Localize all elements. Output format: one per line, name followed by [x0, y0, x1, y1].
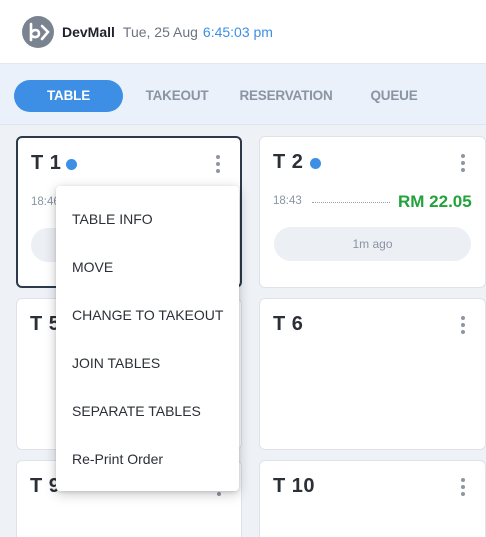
table-name: T 10: [273, 475, 316, 497]
current-date: Tue, 25 Aug: [122, 23, 198, 40]
leader-line: [312, 202, 390, 203]
tab-takeout[interactable]: TAKEOUT: [138, 80, 216, 112]
table-card-t10[interactable]: T 10: [259, 460, 486, 537]
kebab-menu-icon[interactable]: [461, 154, 465, 172]
order-time: 18:43: [273, 195, 302, 207]
devmall-logo-icon: [22, 15, 54, 48]
table-name: T 6: [273, 313, 304, 335]
menu-item-join-tables[interactable]: JOIN TABLES: [72, 355, 160, 371]
app-header: DevMall Tue, 25 Aug 6:45:03 pm: [0, 0, 486, 64]
tab-bar: TABLE TAKEOUT RESERVATION QUEUE: [0, 65, 486, 125]
table-card-t6[interactable]: T 6: [259, 298, 486, 450]
app-name: DevMall: [62, 23, 115, 40]
status-dot-icon: [310, 158, 321, 169]
tab-queue[interactable]: QUEUE: [358, 80, 430, 112]
tab-table[interactable]: TABLE: [14, 80, 123, 112]
kebab-menu-icon[interactable]: [461, 316, 465, 334]
order-amount: RM 22.05: [398, 192, 472, 211]
current-time: 6:45:03 pm: [202, 23, 273, 40]
table-context-menu: TABLE INFO MOVE CHANGE TO TAKEOUT JOIN T…: [56, 186, 239, 491]
menu-item-change-to-takeout[interactable]: CHANGE TO TAKEOUT: [72, 307, 223, 323]
menu-item-move[interactable]: MOVE: [72, 259, 113, 275]
elapsed-time: 1m ago: [274, 227, 471, 261]
menu-item-reprint-order[interactable]: Re-Print Order: [72, 451, 163, 467]
table-card-t2[interactable]: T 2 18:43 RM 22.05 1m ago: [259, 136, 486, 288]
kebab-menu-icon[interactable]: [461, 478, 465, 496]
kebab-menu-icon[interactable]: [216, 155, 220, 173]
menu-item-table-info[interactable]: TABLE INFO: [72, 211, 153, 227]
status-dot-icon: [66, 159, 77, 170]
table-name: T 2: [273, 151, 304, 173]
menu-item-separate-tables[interactable]: SEPARATE TABLES: [72, 403, 201, 419]
tab-reservation[interactable]: RESERVATION: [232, 80, 340, 112]
table-name: T 1: [31, 152, 62, 174]
